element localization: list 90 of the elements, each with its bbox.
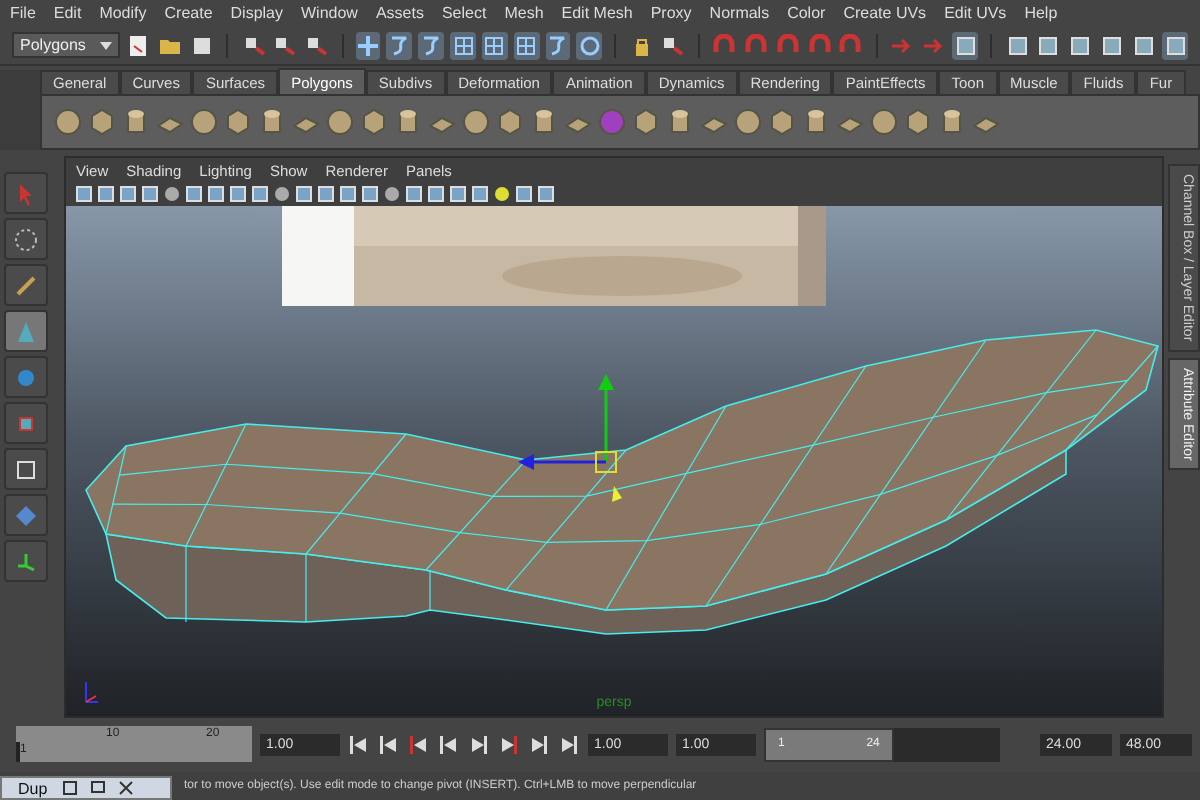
current-frame-marker[interactable] bbox=[16, 742, 20, 762]
sphere-icon[interactable] bbox=[384, 186, 400, 202]
play-icon[interactable] bbox=[468, 735, 490, 753]
component-tool-button[interactable] bbox=[4, 494, 48, 536]
menu-item[interactable]: Edit UVs bbox=[944, 4, 1007, 22]
magnet-icon bbox=[807, 33, 832, 57]
menu-item[interactable]: Select bbox=[441, 4, 487, 22]
menu-item[interactable]: Create UVs bbox=[843, 4, 927, 22]
arrow-icon bbox=[14, 181, 38, 205]
rewind-icon[interactable] bbox=[348, 735, 370, 753]
menu-item[interactable]: Display bbox=[230, 4, 283, 22]
panel-icon bbox=[1163, 33, 1188, 57]
panel-icon bbox=[1100, 33, 1125, 57]
grid-icon bbox=[482, 33, 507, 57]
key-back-icon[interactable] bbox=[408, 735, 430, 753]
caret-icon bbox=[99, 41, 112, 49]
menu-item[interactable]: Help bbox=[1024, 4, 1058, 22]
cylinder-icon[interactable] bbox=[666, 108, 694, 136]
magnet-icon bbox=[743, 33, 768, 57]
panel-icon bbox=[1036, 33, 1061, 57]
cone-icon bbox=[14, 319, 38, 343]
lasso-tool-button[interactable] bbox=[4, 218, 48, 260]
menu-item[interactable]: Color bbox=[787, 4, 826, 22]
grid-icon bbox=[451, 33, 475, 57]
sphere-icon[interactable] bbox=[274, 186, 290, 202]
menu-item[interactable]: Modify bbox=[99, 4, 147, 22]
move-tool-button[interactable] bbox=[4, 540, 48, 582]
sphere-icon[interactable] bbox=[870, 108, 898, 136]
fast-forward-icon[interactable] bbox=[558, 735, 580, 753]
move-manipulator-drawing[interactable] bbox=[518, 374, 622, 502]
menu-item[interactable]: Proxy bbox=[650, 4, 692, 22]
plane-icon bbox=[14, 503, 38, 527]
paint-tool-button[interactable] bbox=[4, 264, 48, 306]
sphere-icon[interactable] bbox=[734, 108, 762, 136]
curve-icon bbox=[545, 33, 570, 57]
sphere-icon[interactable] bbox=[164, 186, 180, 202]
curve-icon bbox=[387, 33, 412, 57]
menu-item[interactable]: File bbox=[10, 4, 36, 22]
play-back-icon[interactable] bbox=[438, 735, 460, 753]
key-forward-icon[interactable] bbox=[498, 735, 520, 753]
panel-icon bbox=[1131, 33, 1156, 57]
scale-tool-button[interactable] bbox=[4, 402, 48, 444]
menu-item[interactable]: Create bbox=[164, 4, 213, 22]
axes-icon bbox=[14, 549, 38, 573]
cylinder-icon[interactable] bbox=[394, 108, 422, 136]
menu-item[interactable]: Mesh bbox=[504, 4, 544, 22]
selection-icon bbox=[660, 33, 685, 57]
plus-icon bbox=[356, 33, 381, 57]
cylinder-icon[interactable] bbox=[258, 108, 286, 136]
magnet-icon bbox=[775, 33, 800, 57]
magnet-icon bbox=[838, 33, 863, 57]
manipulator-tool-button[interactable] bbox=[4, 448, 48, 490]
sphere-icon[interactable] bbox=[190, 108, 218, 136]
step-forward-icon[interactable] bbox=[528, 735, 550, 753]
sphere-icon[interactable] bbox=[462, 108, 490, 136]
lasso-icon bbox=[14, 227, 38, 251]
sphere-icon[interactable] bbox=[54, 108, 82, 136]
rotate-tool-button[interactable] bbox=[4, 356, 48, 398]
menu-item[interactable]: Assets bbox=[375, 4, 424, 22]
cylinder-icon[interactable] bbox=[802, 108, 830, 136]
cylinder-icon[interactable] bbox=[938, 108, 966, 136]
menu-item[interactable]: Edit Mesh bbox=[561, 4, 633, 22]
select-tool-button[interactable] bbox=[4, 172, 48, 214]
axis-icon bbox=[85, 681, 99, 703]
panel-icon bbox=[953, 33, 978, 57]
arrow-icon bbox=[890, 33, 915, 57]
arrow-icon bbox=[922, 33, 947, 57]
brush-icon bbox=[14, 273, 38, 297]
panel-icon bbox=[1068, 33, 1093, 57]
menu-item[interactable]: Window bbox=[301, 4, 358, 22]
document-icon bbox=[126, 33, 151, 57]
mode-dropdown[interactable]: Polygons bbox=[12, 32, 120, 58]
magnet-icon bbox=[712, 33, 737, 57]
sphere-icon[interactable] bbox=[326, 108, 354, 136]
minimized-window[interactable]: Dup bbox=[0, 776, 172, 800]
panel-icon bbox=[1005, 33, 1030, 57]
sphere-icon[interactable] bbox=[494, 186, 510, 202]
selection-icon bbox=[304, 33, 329, 57]
menu-item[interactable]: Edit bbox=[53, 4, 82, 22]
sculpt-tool-button[interactable] bbox=[4, 310, 48, 352]
sphere-icon bbox=[14, 365, 38, 389]
cylinder-icon[interactable] bbox=[530, 108, 558, 136]
shelf-handle[interactable] bbox=[0, 70, 40, 150]
curve-icon bbox=[419, 33, 444, 57]
selection-icon bbox=[241, 33, 266, 57]
selection-icon bbox=[272, 33, 297, 57]
step-back-icon[interactable] bbox=[378, 735, 400, 753]
grid-icon bbox=[514, 33, 539, 57]
cylinder-icon[interactable] bbox=[122, 108, 150, 136]
menu-item[interactable]: Normals bbox=[709, 4, 770, 22]
